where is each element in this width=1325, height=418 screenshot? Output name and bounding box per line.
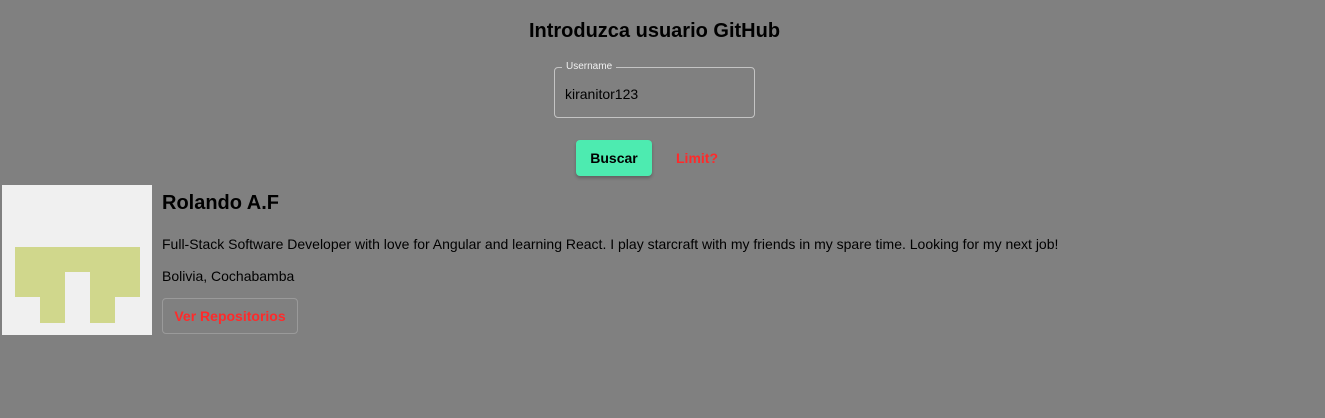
username-input[interactable] [565, 84, 745, 104]
username-field[interactable]: Username [554, 61, 755, 118]
page-title: Introduzca usuario GitHub [528, 20, 781, 42]
view-repositories-button[interactable]: Ver Repositorios [162, 298, 298, 334]
identicon-avatar-icon [15, 247, 140, 323]
page: Introduzca usuario GitHub Username Busca… [0, 0, 1325, 418]
user-bio: Full-Stack Software Developer with love … [162, 236, 1059, 252]
username-field-label: Username [562, 61, 617, 73]
user-name: Rolando A.F [162, 192, 280, 214]
search-button[interactable]: Buscar [576, 140, 652, 176]
avatar [2, 185, 152, 335]
user-location: Bolivia, Cochabamba [162, 268, 295, 284]
limit-button[interactable]: Limit? [666, 140, 728, 176]
